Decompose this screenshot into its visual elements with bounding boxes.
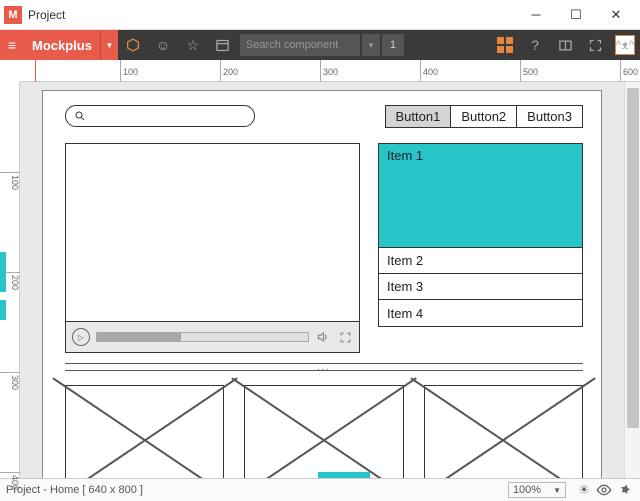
mock-video-screen <box>66 144 359 322</box>
maximize-button[interactable]: ☐ <box>556 0 596 30</box>
mock-list-item-1[interactable]: Item 1 <box>379 144 582 248</box>
ruler-selection-v1 <box>0 252 6 292</box>
brand-label: Mockplus <box>24 30 100 60</box>
mock-tabbar: Button1 Button2 Button3 <box>385 105 583 128</box>
artboard[interactable]: Button1 Button2 Button3 ▷ Item <box>42 90 602 478</box>
brightness-icon[interactable]: ☀ <box>574 482 594 498</box>
mock-card-row <box>65 385 583 478</box>
mock-image-card-1[interactable] <box>65 385 224 478</box>
mock-list-item-4[interactable]: Item 4 <box>379 300 582 326</box>
canvas[interactable]: Button1 Button2 Button3 ▷ Item <box>20 82 640 478</box>
help-icon[interactable]: ? <box>520 30 550 60</box>
ruler-vertical: 100 200 300 400 <box>0 82 20 478</box>
grid-icon[interactable] <box>490 30 520 60</box>
settings-icon[interactable] <box>614 483 634 497</box>
package-icon[interactable] <box>118 30 148 60</box>
menu-button[interactable]: ≡ <box>0 30 24 60</box>
search-icon <box>74 110 86 122</box>
search-component-input[interactable]: Search component <box>240 34 360 56</box>
mock-search-field[interactable] <box>65 105 255 127</box>
vertical-scrollbar[interactable] <box>624 82 640 478</box>
star-icon[interactable]: ☆ <box>178 30 208 60</box>
ruler-selection-v2 <box>0 300 6 320</box>
search-dropdown[interactable]: ▼ <box>362 34 380 56</box>
mock-divider: ... <box>65 363 583 371</box>
zoom-dropdown[interactable]: 100%▼ <box>508 482 566 498</box>
panel-icon[interactable] <box>550 30 580 60</box>
mock-video-controls: ▷ <box>66 322 359 352</box>
mock-video-player[interactable]: ▷ <box>65 143 360 353</box>
app-logo: M <box>4 6 22 24</box>
mascot-icon[interactable]: ^ᴥ^ <box>610 30 640 60</box>
brand-dropdown[interactable]: ▼ <box>100 30 118 60</box>
mock-listbox: Item 1 Item 2 Item 3 Item 4 <box>378 143 583 327</box>
expand-icon[interactable] <box>337 329 353 345</box>
page-icon[interactable] <box>208 30 238 60</box>
eye-icon[interactable] <box>594 482 614 498</box>
mock-tab-2[interactable]: Button2 <box>451 106 517 127</box>
mock-tab-3[interactable]: Button3 <box>517 106 582 127</box>
ruler-horizontal: 100 200 300 400 500 600 <box>20 60 640 82</box>
main-toolbar: ≡ Mockplus ▼ ☺ ☆ Search component ▼ 1 ? … <box>0 30 640 60</box>
minimize-button[interactable]: ─ <box>516 0 556 30</box>
play-icon[interactable]: ▷ <box>72 328 90 346</box>
mock-progress-bar[interactable] <box>96 332 309 342</box>
window-title: Project <box>28 8 65 22</box>
statusbar: Project - Home [ 640 x 800 ] 100%▼ ☀ <box>0 478 640 501</box>
mock-image-card-3[interactable] <box>424 385 583 478</box>
close-button[interactable]: ✕ <box>596 0 636 30</box>
mock-list-item-2[interactable]: Item 2 <box>379 248 582 274</box>
scrollbar-thumb[interactable] <box>627 88 639 428</box>
ruler-selection-h <box>318 472 370 478</box>
editor-area: 100 200 300 400 Button1 Button2 Button3 … <box>0 82 640 478</box>
smile-icon[interactable]: ☺ <box>148 30 178 60</box>
titlebar: M Project ─ ☐ ✕ <box>0 0 640 30</box>
mock-list-item-3[interactable]: Item 3 <box>379 274 582 300</box>
mock-tab-1[interactable]: Button1 <box>386 106 452 127</box>
status-text: Project - Home [ 640 x 800 ] <box>6 484 143 496</box>
volume-icon[interactable] <box>315 329 331 345</box>
fullscreen-icon[interactable] <box>580 30 610 60</box>
mock-image-card-2[interactable] <box>244 385 403 478</box>
result-count: 1 <box>382 34 404 56</box>
